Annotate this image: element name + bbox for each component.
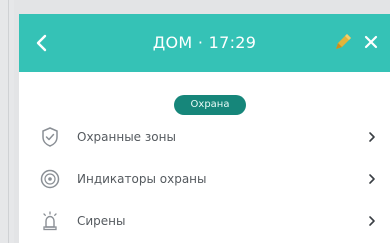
page-title: ДОМ · 17:29 [152, 33, 257, 52]
app-window: ДОМ · 17:29 Охрана Охранные зоны Индикат… [19, 14, 390, 243]
app-bar: ДОМ · 17:29 [19, 14, 390, 72]
menu-item-sirens[interactable]: Сирены [19, 202, 390, 243]
menu-item-security-zones[interactable]: Охранные зоны [19, 118, 390, 160]
menu-item-label: Сирены [77, 214, 126, 228]
close-button[interactable] [361, 32, 381, 52]
chevron-right-icon [369, 132, 375, 142]
pencil-icon [336, 34, 351, 49]
screen: ДОМ · 17:29 Охрана Охранные зоны Индикат… [0, 0, 390, 243]
chevron-right-icon [369, 174, 375, 184]
menu-list: Охранные зоны Индикаторы охраны Сирены [19, 118, 390, 243]
shield-check-icon [42, 127, 58, 147]
chevron-right-icon [369, 216, 375, 226]
divider [8, 0, 9, 243]
close-icon [364, 35, 378, 49]
edit-button[interactable] [331, 30, 355, 54]
chevron-left-icon [36, 34, 47, 52]
left-panel-edge [0, 0, 14, 243]
back-button[interactable] [29, 30, 55, 56]
menu-item-label: Индикаторы охраны [77, 172, 207, 186]
menu-item-security-indicators[interactable]: Индикаторы охраны [19, 160, 390, 202]
menu-item-label: Охранные зоны [77, 130, 176, 144]
status-area: Охрана [19, 72, 390, 118]
status-badge: Охрана [174, 95, 246, 115]
siren-icon [43, 211, 57, 231]
indicator-icon [40, 169, 60, 189]
